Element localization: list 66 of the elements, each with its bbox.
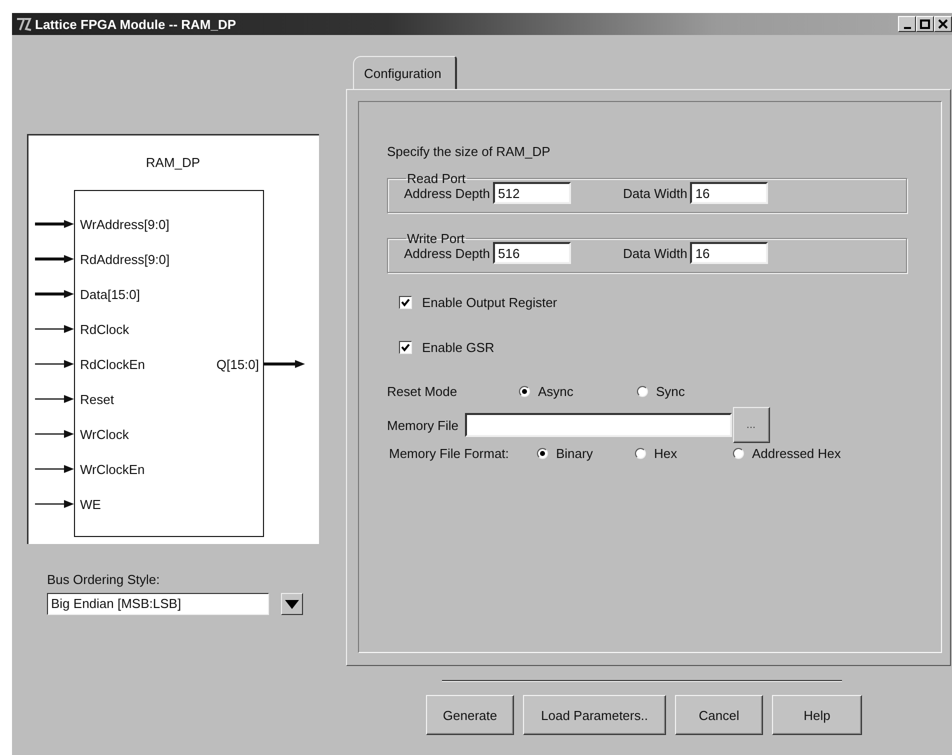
input-arrow xyxy=(35,465,74,473)
input-field[interactable]: 16 xyxy=(690,182,768,204)
tab[interactable]: Configuration xyxy=(353,56,458,89)
radio-option[interactable]: Binary xyxy=(537,446,635,460)
output-arrow xyxy=(264,360,305,368)
checkbox-option[interactable]: Enable GSR xyxy=(399,336,941,358)
input-field[interactable]: 516 xyxy=(493,242,571,264)
radio-option[interactable]: Sync xyxy=(637,384,737,398)
close-icon xyxy=(938,19,948,29)
checkbox[interactable] xyxy=(399,340,412,354)
app-logo-icon xyxy=(16,17,32,31)
radio-option[interactable]: Addressed Hex xyxy=(733,446,873,460)
pin-label: RdClockEn xyxy=(80,357,146,372)
field-label: Memory File Format: xyxy=(389,446,510,460)
input-arrow xyxy=(35,325,74,333)
dropdown-field[interactable]: Big Endian [MSB:LSB] xyxy=(47,593,269,615)
group-title: Read Port xyxy=(406,171,467,186)
pin-label: RdClock xyxy=(80,322,130,337)
radio-option[interactable]: Hex xyxy=(635,446,733,460)
dialog-button[interactable]: Cancel xyxy=(675,695,763,735)
close-button[interactable] xyxy=(934,16,952,32)
window-title: Lattice FPGA Module -- RAM_DP xyxy=(35,16,236,32)
pin-label: WrClockEn xyxy=(80,462,145,477)
input-field[interactable]: 512 xyxy=(493,182,571,204)
dialog-button[interactable]: Help xyxy=(772,695,862,735)
checkbox-option[interactable]: Enable Output Register xyxy=(399,291,941,313)
pin-label: WrAddress[9:0] xyxy=(80,217,170,232)
input-arrow xyxy=(35,220,74,228)
field-label: Address Depth xyxy=(404,246,490,260)
field-label: Data Width xyxy=(623,246,688,260)
file-path-field[interactable] xyxy=(464,413,732,437)
field-label: Data Width xyxy=(623,186,688,200)
pin-label: Data[15:0] xyxy=(80,287,140,302)
radio-button[interactable] xyxy=(519,386,530,396)
field-label: Bus Ordering Style: xyxy=(47,572,161,587)
radio-button[interactable] xyxy=(537,448,548,458)
input-arrow xyxy=(35,360,74,368)
pin-label: WrClock xyxy=(80,427,129,442)
radio-button[interactable] xyxy=(733,448,744,458)
maximize-icon xyxy=(920,19,930,29)
group-title: Write Port xyxy=(406,231,466,246)
pin-label: WE xyxy=(80,497,101,512)
input-arrow xyxy=(35,395,74,403)
field-label: Reset Mode xyxy=(387,384,458,398)
pin-label: RdAddress[9:0] xyxy=(80,252,170,267)
field-label: Address Depth xyxy=(404,186,490,200)
maximize-button[interactable] xyxy=(916,16,934,32)
section-heading: Specify the size of RAM_DP xyxy=(387,144,552,159)
input-field[interactable]: 16 xyxy=(690,242,768,264)
pin-label: Reset xyxy=(80,392,114,407)
dialog-button[interactable]: Generate xyxy=(426,695,514,735)
minimize-button[interactable] xyxy=(898,16,916,32)
radio-button[interactable] xyxy=(635,448,646,458)
input-arrow xyxy=(35,255,74,263)
browse-button[interactable]: ... xyxy=(732,407,770,443)
minimize-icon xyxy=(904,26,910,28)
input-arrow xyxy=(35,290,74,298)
symbol-title: RAM_DP xyxy=(146,155,200,170)
checkbox[interactable] xyxy=(399,296,412,308)
input-arrow xyxy=(35,500,74,508)
pin-label: Q[15:0] xyxy=(216,357,259,372)
radio-option[interactable]: Async xyxy=(519,384,637,398)
radio-button[interactable] xyxy=(637,386,648,396)
field-label: Memory File xyxy=(387,418,459,432)
input-arrow xyxy=(35,430,74,438)
dialog-button[interactable]: Load Parameters.. xyxy=(523,695,666,735)
